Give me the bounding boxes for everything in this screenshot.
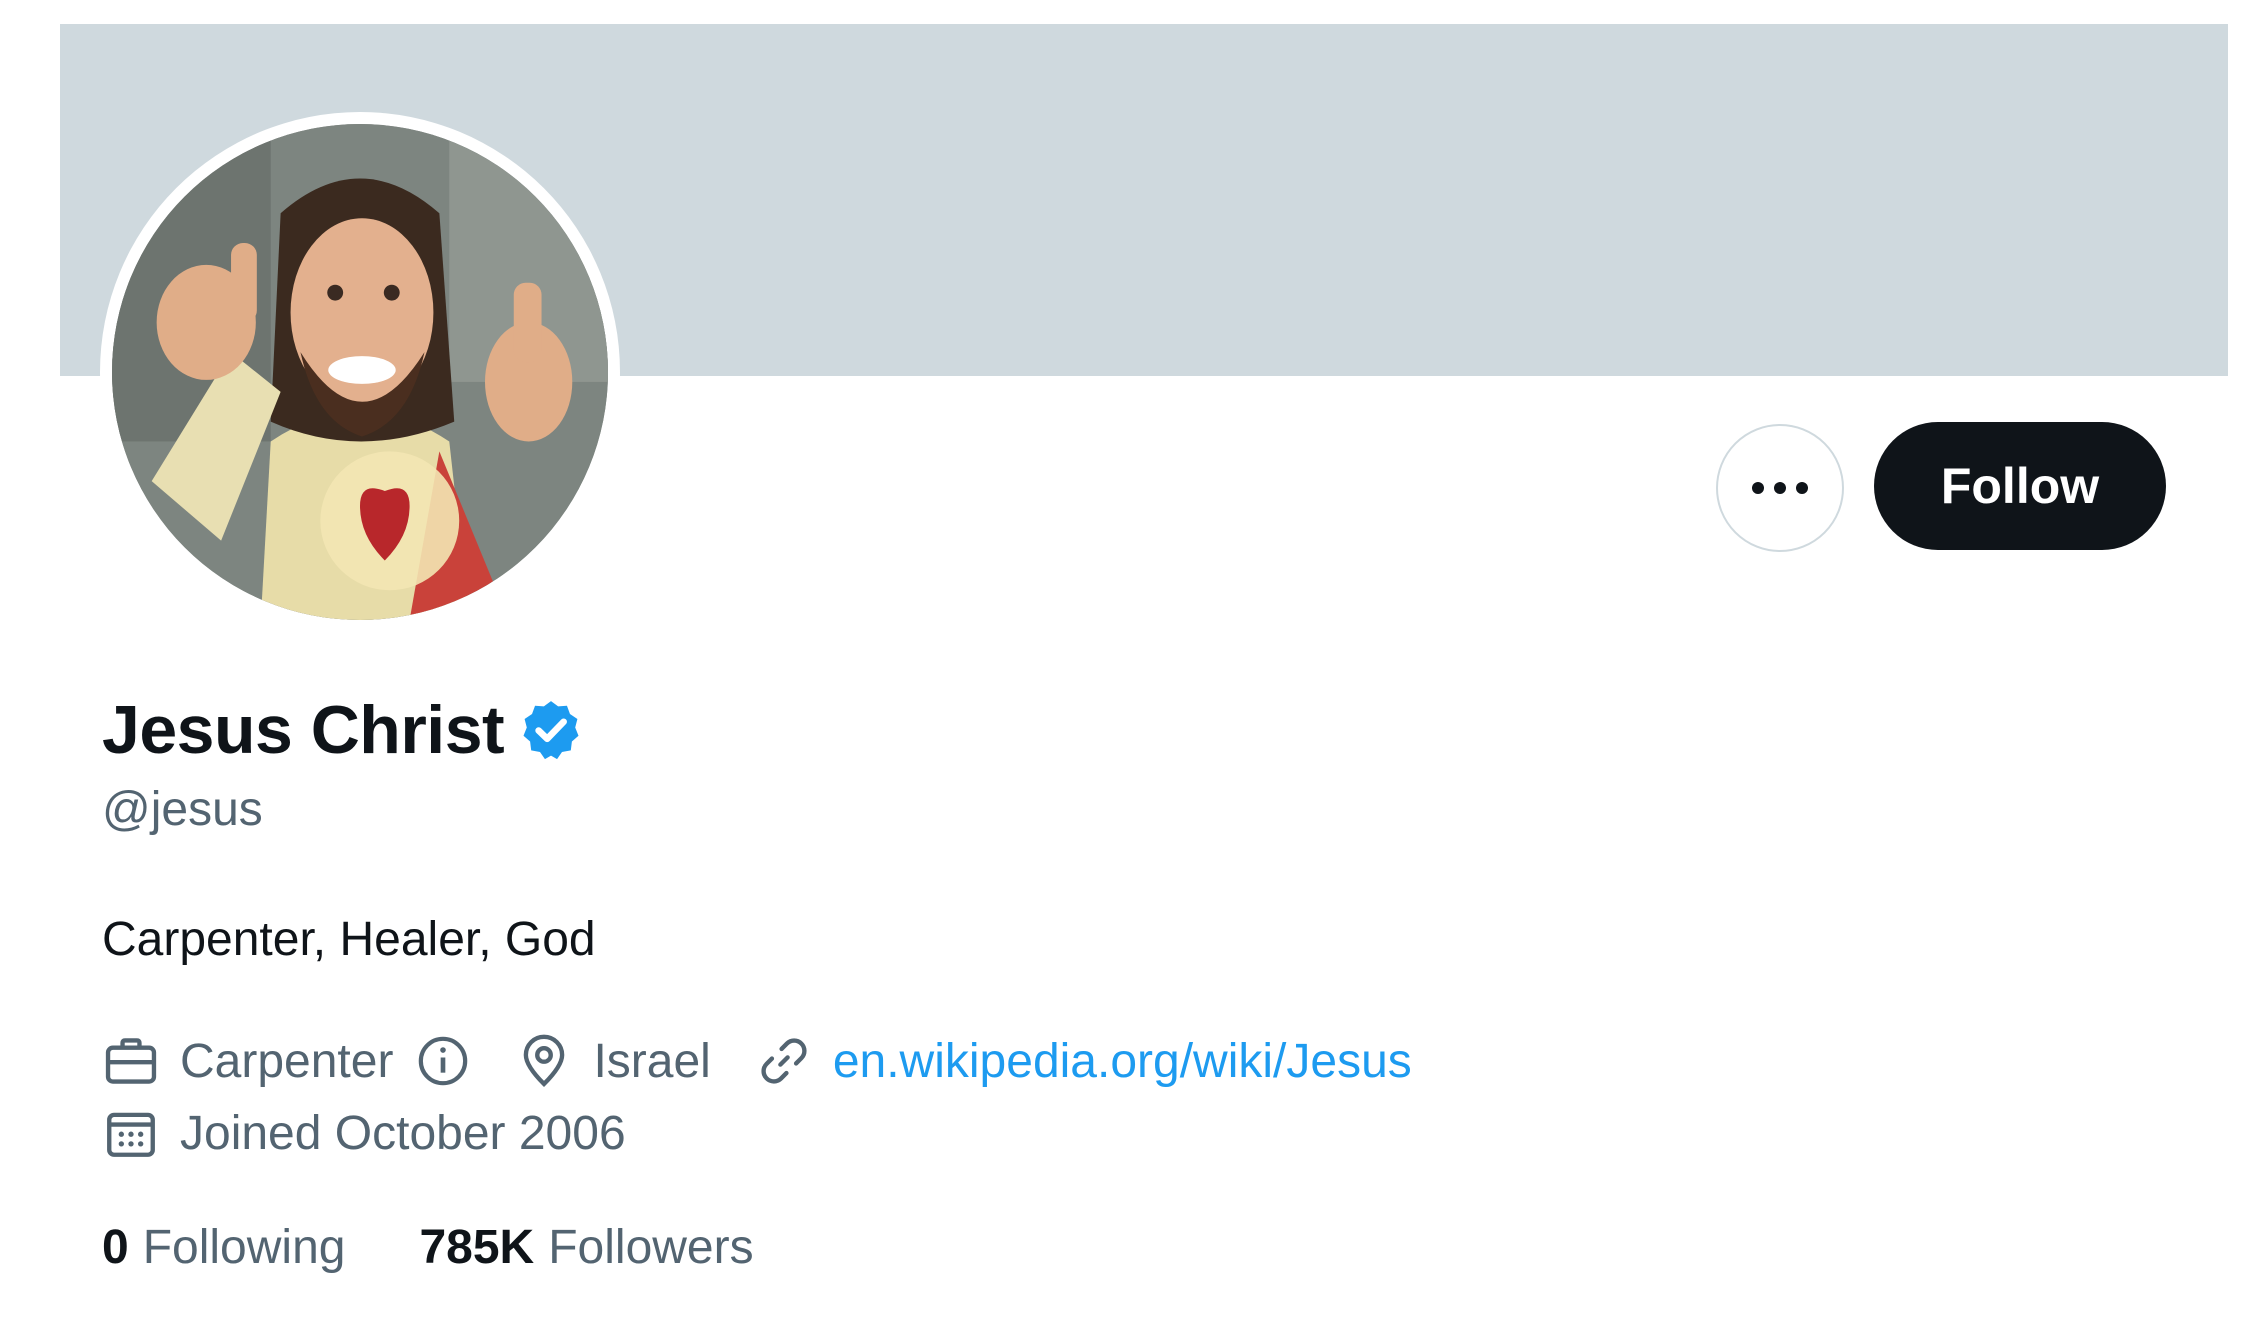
following-label: Following xyxy=(142,1220,346,1274)
website-link[interactable]: en.wikipedia.org/wiki/Jesus xyxy=(833,1034,1412,1089)
display-name: Jesus Christ xyxy=(102,692,505,768)
followers-label: Followers xyxy=(548,1220,754,1274)
following-stat[interactable]: 0 Following xyxy=(102,1220,345,1275)
info-icon[interactable] xyxy=(415,1033,471,1089)
follow-stats: 0 Following 785K Followers xyxy=(102,1214,828,1280)
link-icon xyxy=(761,1038,807,1084)
verified-badge-icon[interactable] xyxy=(518,697,584,763)
calendar-icon xyxy=(107,1112,155,1157)
user-handle: @jesus xyxy=(102,783,263,836)
profession-item: Carpenter xyxy=(102,1032,471,1090)
follow-button[interactable]: Follow xyxy=(1874,422,2166,550)
more-options-button[interactable] xyxy=(1716,424,1844,552)
name-row: Jesus Christ xyxy=(102,690,584,770)
location-pin-icon xyxy=(524,1034,565,1088)
avatar-image xyxy=(112,124,608,620)
following-count: 0 xyxy=(102,1220,129,1274)
followers-count: 785K xyxy=(419,1220,535,1274)
profile-header: Follow Jesus Christ @jesus Carpenter, He… xyxy=(0,0,2250,1318)
avatar[interactable] xyxy=(100,112,620,632)
location-item: Israel xyxy=(515,1032,711,1090)
profile-meta-row: Carpenter Israel en.wikipedia.org/wiki/J… xyxy=(102,1026,1456,1096)
briefcase-icon xyxy=(105,1038,157,1084)
joined-date: Joined October 2006 xyxy=(180,1106,626,1160)
website-item[interactable]: en.wikipedia.org/wiki/Jesus xyxy=(755,1032,1412,1090)
profession-text: Carpenter xyxy=(180,1034,394,1088)
profile-bio: Carpenter, Healer, God xyxy=(102,913,596,966)
more-horizontal-icon xyxy=(1752,482,1808,494)
location-text: Israel xyxy=(593,1034,711,1088)
followers-stat[interactable]: 785K Followers xyxy=(419,1220,753,1275)
joined-row: Joined October 2006 xyxy=(102,1098,626,1168)
